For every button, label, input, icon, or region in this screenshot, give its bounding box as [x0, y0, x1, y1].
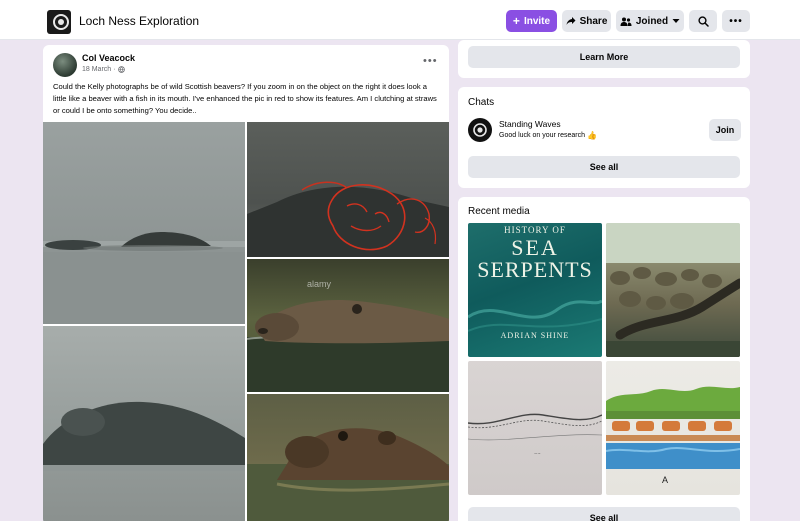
book-title-line-3: SERPENTS: [477, 257, 593, 282]
media-thumb-4[interactable]: A: [606, 361, 740, 495]
thumbs-up-icon: 👍: [587, 131, 597, 140]
invite-button[interactable]: + Invite: [506, 10, 557, 32]
invite-label: Invite: [523, 15, 551, 27]
chats-title: Chats: [468, 97, 495, 108]
search-button[interactable]: [689, 10, 717, 32]
chat-name[interactable]: Standing Waves: [499, 119, 561, 129]
author-avatar[interactable]: [53, 53, 77, 77]
post-card: Col Veacock 18 March · ••• Could the Kel…: [43, 45, 449, 521]
media-thumb-2[interactable]: [606, 223, 740, 357]
media-thumb-1[interactable]: HISTORY OF SEA SERPENTS ADRIAN SHINE: [468, 223, 602, 357]
more-options-button[interactable]: •••: [722, 10, 750, 32]
globe-icon: [117, 66, 125, 73]
top-bar: Loch Ness Exploration + Invite Share Joi…: [0, 0, 800, 40]
ellipsis-icon: •••: [729, 15, 743, 27]
plus-icon: +: [512, 14, 520, 28]
post-author[interactable]: Col Veacock: [82, 53, 135, 63]
post-photo-1[interactable]: [43, 122, 245, 324]
chat-avatar[interactable]: [468, 118, 492, 142]
post-meta: 18 March ·: [82, 66, 125, 73]
search-icon: [697, 15, 709, 27]
post-photo-5[interactable]: [247, 394, 449, 521]
caret-down-icon: [672, 19, 680, 23]
learn-more-button[interactable]: Learn More: [468, 46, 740, 68]
chats-see-all-button[interactable]: See all: [468, 156, 740, 178]
join-chat-button[interactable]: Join: [709, 119, 741, 141]
recent-media-title: Recent media: [468, 206, 530, 217]
about-card: Learn More: [458, 40, 750, 78]
watermark-alamy: alamy: [307, 279, 332, 289]
joined-button[interactable]: Joined: [616, 10, 684, 32]
group-name[interactable]: Loch Ness Exploration: [79, 14, 199, 28]
book-author: ADRIAN SHINE: [500, 331, 570, 340]
share-label: Share: [579, 15, 608, 27]
group-members-icon: [620, 17, 632, 26]
post-options-button[interactable]: •••: [423, 55, 438, 67]
media-thumb-3[interactable]: ~~: [468, 361, 602, 495]
post-date[interactable]: 18 March: [82, 66, 111, 73]
chats-card: Chats Standing Waves Good luck on your r…: [458, 87, 750, 188]
drawing-letter: A: [662, 475, 669, 485]
group-logo[interactable]: [47, 10, 71, 34]
joined-label: Joined: [635, 15, 669, 27]
media-see-all-button[interactable]: See all: [468, 507, 740, 521]
post-photo-4[interactable]: [43, 326, 245, 521]
chat-preview-text: Good luck on your research: [499, 132, 585, 139]
chat-preview: Good luck on your research 👍: [499, 131, 597, 140]
share-icon: [566, 17, 576, 25]
svg-text:~~: ~~: [534, 451, 541, 456]
post-photo-2[interactable]: [247, 122, 449, 257]
recent-media-card: Recent media HISTORY OF SEA SERPENTS ADR…: [458, 197, 750, 521]
dot-separator: ·: [113, 66, 116, 73]
post-photo-3[interactable]: alamy: [247, 259, 449, 392]
book-title-line-1: HISTORY OF: [504, 225, 566, 235]
share-button[interactable]: Share: [562, 10, 611, 32]
post-text: Could the Kelly photographs be of wild S…: [53, 82, 437, 115]
